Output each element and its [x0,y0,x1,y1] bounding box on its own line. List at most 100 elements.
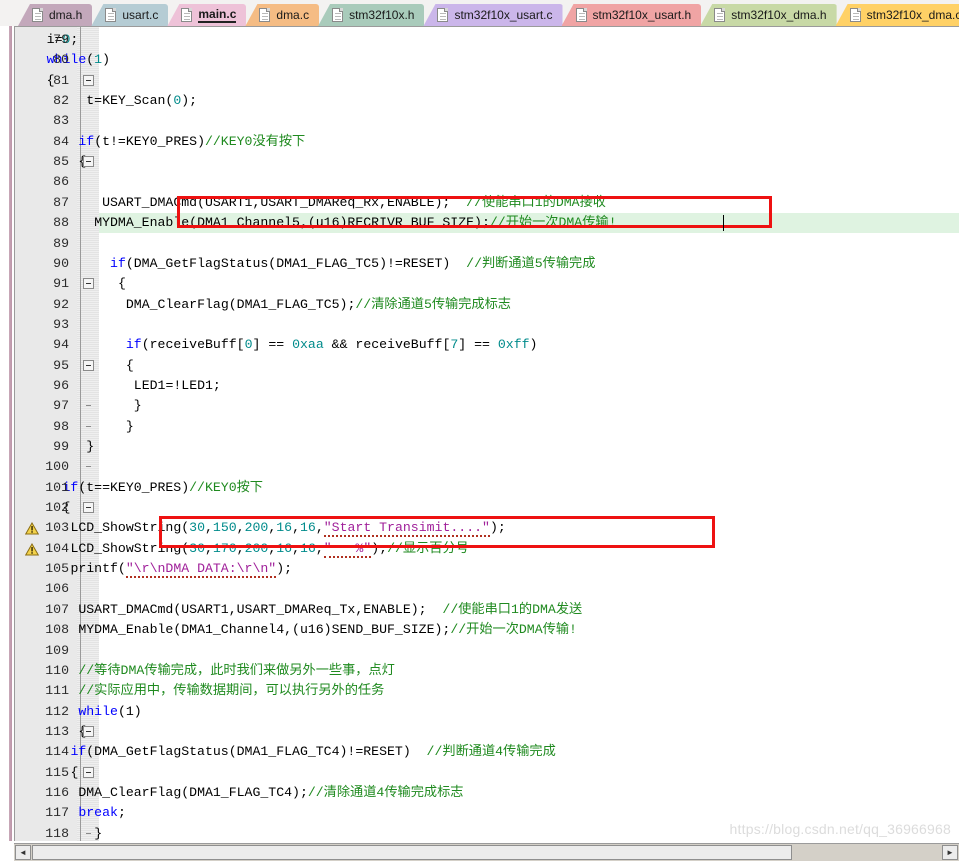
code-line: } [134,396,142,416]
code-token: ( [117,703,126,719]
line-number: 93 [53,316,69,332]
code-token: //判断通道5传输完成 [450,255,596,271]
code-token: "Start Transimit...." [323,520,490,538]
gutter-row: 85 [15,152,99,172]
gutter-row: 110 [15,661,99,681]
gutter-row: 95 [15,356,99,376]
code-token: ] == [458,337,498,353]
code-token: , [292,540,300,556]
gutter-row: 88 [15,213,99,233]
fold-minus-icon[interactable] [83,725,94,737]
code-token: 0 [244,337,253,353]
fold-minus-icon[interactable] [83,766,94,778]
line-number: 114 [45,744,69,760]
code-area[interactable]: i=0; while(1){t=KEY_Scan(0); if(t!=KEY0_PR… [14,26,959,841]
fold-end-tick-icon [86,832,91,834]
code-token: //清除通道4传输完成标志 [307,784,464,800]
text-caret [722,215,724,232]
line-number: 106 [45,581,69,597]
fold-minus-icon[interactable] [83,156,94,168]
line-number: 108 [45,622,69,638]
fold-minus-icon[interactable] [83,502,94,514]
tab-label: stm32f10x_usart.h [592,8,692,22]
editor-tab-main-c[interactable]: main.c [167,4,247,26]
code-line: LCD_ShowString(30,170,200,16,16," %");//… [70,539,469,559]
line-number: 87 [53,194,69,210]
editor-tab-stm32f10x-usart-c[interactable]: stm32f10x_usart.c [423,4,563,26]
fold-minus-icon[interactable] [83,74,94,86]
line-number: 107 [45,601,69,617]
code-token: ); [276,561,293,577]
line-number: 89 [53,235,69,251]
editor-tab-stm32f10x-dma-c[interactable]: stm32f10x_dma.c [835,4,959,26]
line-number: 84 [53,133,69,149]
code-token: if [125,337,142,353]
code-token: //清除通道5传输完成标志 [355,296,511,312]
editor-tab-dma-h[interactable]: dma.h [18,4,93,26]
code-token: && receiveBuff[ [323,337,451,353]
warning-triangle-icon [24,542,40,556]
line-number: 118 [45,825,69,841]
line-number: 95 [53,357,69,373]
line-number: 92 [53,296,69,312]
code-token: //判断通道4传输完成 [410,744,556,760]
line-number: 79 [53,32,69,47]
code-token: 16 [300,520,316,536]
fold-end-tick-icon [86,405,91,407]
code-token: LED1=!LED1; [133,377,221,393]
line-number: 85 [53,154,69,170]
code-token: 16 [276,520,293,536]
tab-label: dma.h [49,8,83,22]
scroll-thumb[interactable] [32,845,792,860]
gutter-row: 118 [15,824,99,841]
code-token: ; [117,805,126,821]
gutter-row: 116 [15,783,99,803]
horizontal-scrollbar[interactable]: ◄ ► [14,843,959,861]
code-token: 0xaa [292,337,324,353]
gutter-row: 89 [15,234,99,254]
scroll-left-arrow[interactable]: ◄ [15,845,31,860]
editor-tab-stm32f10x-usart-h[interactable]: stm32f10x_usart.h [561,4,702,26]
code-token: //实际应用中，传输数据期间，可以执行另外的任务 [78,683,385,699]
gutter-row: 91 [15,274,99,294]
fold-minus-icon[interactable] [83,278,94,290]
gutter-row: 104 [15,539,99,559]
gutter-row: 98 [15,417,99,437]
code-line: USART_DMACmd(USART1,USART_DMAReq_Rx,ENAB… [102,193,606,213]
line-number: 105 [45,561,69,577]
code-token: //显示百分号 [387,540,469,556]
editor-tab-usart-c[interactable]: usart.c [91,4,169,26]
code-token: 150 [212,520,237,536]
code-token: (DMA_GetFlagStatus(DMA1_FLAG_TC5)!=RESET… [125,255,451,271]
line-number: 103 [45,520,69,536]
code-line: LED1=!LED1; [134,376,221,396]
gutter-row: 101 [15,478,99,498]
gutter-row: 79 [15,30,99,50]
file-icon [332,8,344,22]
code-token: 16 [300,540,316,556]
code-token: //使能串口1的DMA接收 [450,194,606,210]
gutter-row: 81 [15,71,99,91]
code-token: //开始一次DMA传输! [489,215,617,231]
line-number: 117 [45,805,69,821]
scroll-right-arrow[interactable]: ► [942,845,958,860]
line-number: 110 [45,662,69,678]
editor-tab-dma-c[interactable]: dma.c [245,4,320,26]
line-number: 94 [53,337,69,353]
gutter-row: 113 [15,722,99,742]
code-line: if(receiveBuff[0] == 0xaa && receiveBuff… [126,335,538,355]
editor-tab-stm32f10x-h[interactable]: stm32f10x.h [318,4,425,26]
line-number: 80 [53,52,69,68]
fold-minus-icon[interactable] [83,359,94,371]
code-token: , [315,540,324,556]
line-number: 116 [45,784,69,800]
line-number: 104 [45,540,69,556]
code-token: , [315,520,324,536]
editor-tab-stm32f10x-dma-h[interactable]: stm32f10x_dma.h [700,4,837,26]
code-line: USART_DMACmd(USART1,USART_DMAReq_Tx,ENAB… [78,600,582,620]
tab-label: dma.c [276,8,310,22]
line-number: 115 [45,764,69,780]
file-icon [575,8,587,22]
code-line: MYDMA_Enable(DMA1_Channel4,(u16)SEND_BUF… [78,620,577,640]
gutter-row: 106 [15,579,99,599]
